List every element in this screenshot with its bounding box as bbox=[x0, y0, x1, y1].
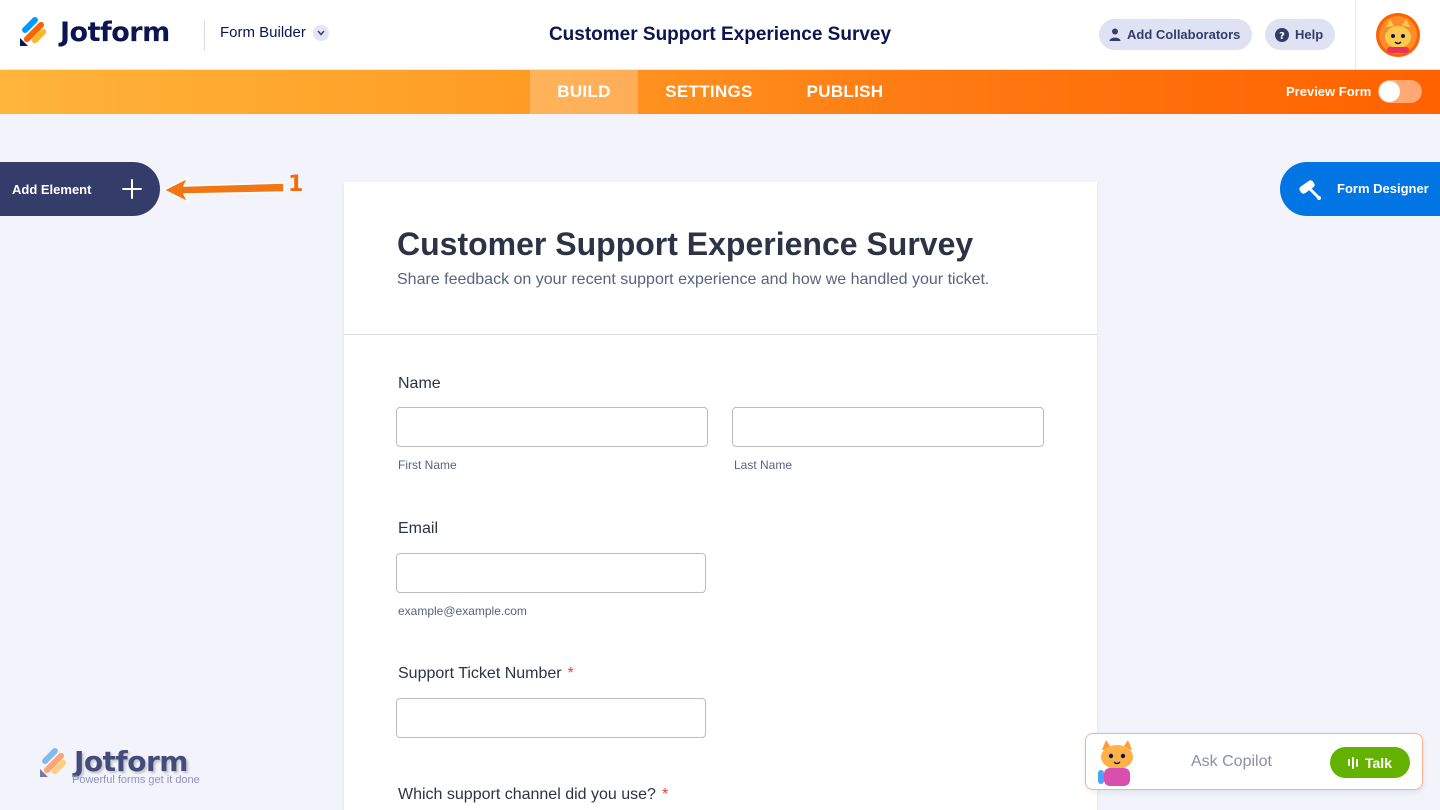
form-designer-button[interactable]: Form Designer bbox=[1280, 162, 1440, 216]
required-asterisk: * bbox=[661, 786, 669, 803]
jotform-watermark-icon bbox=[40, 748, 67, 777]
cat-avatar-icon bbox=[1379, 16, 1417, 54]
ask-copilot-bar[interactable]: Ask Copilot Talk bbox=[1085, 733, 1423, 790]
name-question-label[interactable]: Name bbox=[398, 375, 441, 393]
first-name-input[interactable] bbox=[396, 407, 708, 447]
ticket-question-label[interactable]: Support Ticket Number * bbox=[398, 665, 574, 683]
email-question-label[interactable]: Email bbox=[398, 520, 438, 538]
required-asterisk: * bbox=[567, 665, 574, 682]
form-builder-label: Form Builder bbox=[220, 24, 306, 41]
form-subtitle[interactable]: Share feedback on your recent support ex… bbox=[397, 271, 989, 289]
copilot-cat-icon bbox=[1098, 740, 1133, 786]
header-divider bbox=[204, 20, 205, 50]
talk-label: Talk bbox=[1365, 754, 1392, 771]
tab-settings[interactable]: SETTINGS bbox=[645, 70, 773, 114]
toggle-knob bbox=[1379, 81, 1400, 102]
email-input[interactable] bbox=[396, 553, 706, 593]
top-header: Jotform Form Builder Customer Support Ex… bbox=[0, 0, 1440, 70]
paint-roller-icon bbox=[1299, 180, 1321, 200]
help-label: Help bbox=[1295, 27, 1324, 42]
plus-icon bbox=[122, 179, 142, 199]
last-name-input[interactable] bbox=[732, 407, 1044, 447]
form-builder-dropdown[interactable]: Form Builder bbox=[220, 24, 329, 41]
channel-question-label[interactable]: Which support channel did you use? * bbox=[398, 786, 668, 804]
preview-form-label: Preview Form bbox=[1286, 84, 1372, 99]
form-header[interactable]: Customer Support Experience Survey Share… bbox=[344, 182, 1097, 335]
channel-label-text: Which support channel did you use? bbox=[398, 786, 656, 803]
ticket-number-input[interactable] bbox=[396, 698, 706, 738]
header-divider-right bbox=[1355, 0, 1356, 70]
add-element-label: Add Element bbox=[12, 181, 92, 197]
form-card: Customer Support Experience Survey Share… bbox=[344, 182, 1097, 810]
jotform-watermark: Jotform Powerful forms get it done bbox=[38, 745, 238, 795]
builder-navbar: BUILD SETTINGS PUBLISH Preview Form bbox=[0, 70, 1440, 114]
jotform-logo-icon bbox=[20, 17, 47, 46]
user-icon bbox=[1109, 28, 1121, 41]
email-sublabel: example@example.com bbox=[398, 604, 527, 618]
annotation-number: 1 bbox=[288, 172, 304, 197]
brand-name: Jotform bbox=[60, 16, 170, 48]
form-title[interactable]: Customer Support Experience Survey bbox=[397, 226, 973, 263]
preview-form-toggle[interactable] bbox=[1378, 80, 1422, 103]
tab-build[interactable]: BUILD bbox=[530, 70, 638, 114]
svg-text:?: ? bbox=[1279, 31, 1285, 42]
talk-button[interactable]: Talk bbox=[1330, 747, 1410, 778]
first-name-sublabel: First Name bbox=[398, 458, 457, 472]
user-avatar[interactable] bbox=[1376, 13, 1420, 57]
last-name-sublabel: Last Name bbox=[734, 458, 793, 472]
form-designer-label: Form Designer bbox=[1337, 181, 1429, 196]
question-icon: ? bbox=[1275, 27, 1289, 42]
help-button[interactable]: ? Help bbox=[1265, 19, 1336, 50]
add-collaborators-label: Add Collaborators bbox=[1127, 27, 1241, 42]
ask-copilot-placeholder[interactable]: Ask Copilot bbox=[1191, 753, 1272, 771]
chevron-down-icon bbox=[312, 24, 329, 41]
add-element-button[interactable]: Add Element bbox=[0, 162, 160, 216]
watermark-tagline: Powerful forms get it done bbox=[72, 774, 200, 786]
add-collaborators-button[interactable]: Add Collaborators bbox=[1099, 19, 1253, 50]
jotform-logo[interactable]: Jotform bbox=[18, 16, 170, 48]
tab-publish[interactable]: PUBLISH bbox=[790, 70, 900, 114]
voice-bars-icon bbox=[1348, 756, 1360, 769]
ticket-label-text: Support Ticket Number bbox=[398, 665, 562, 682]
